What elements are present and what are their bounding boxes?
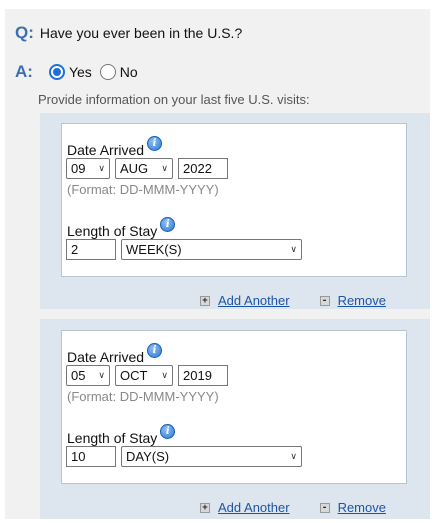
date-arrived-label: Date Arrived i [67, 343, 163, 365]
info-icon[interactable]: i [147, 136, 163, 151]
date-format-hint: (Format: DD-MMM-YYYY) [67, 182, 219, 197]
info-icon[interactable]: i [160, 217, 176, 232]
stay-length-input[interactable]: 10 [66, 446, 116, 467]
length-of-stay-row: 10 DAY(S) ∨ [66, 446, 307, 467]
chevron-down-icon: ∨ [290, 244, 297, 254]
length-of-stay-label: Length of Stay i [67, 424, 176, 446]
chevron-down-icon: ∨ [290, 451, 297, 461]
radio-no[interactable] [99, 64, 116, 80]
day-select[interactable]: 09 ∨ [66, 158, 110, 179]
date-arrived-label: Date Arrived i [67, 136, 163, 158]
info-icon[interactable]: i [160, 424, 176, 439]
answer-marker: A: [15, 62, 33, 81]
plus-icon[interactable]: + [200, 502, 210, 513]
chevron-down-icon: ∨ [161, 163, 168, 173]
visit-card-2: Date Arrived i 05 ∨ OCT ∨ 2019 (Format: DD… [61, 330, 407, 484]
chevron-down-icon: ∨ [98, 163, 105, 173]
visit-actions-2: + Add Another - Remove [200, 500, 386, 515]
year-input[interactable]: 2019 [178, 365, 228, 386]
day-select[interactable]: 05 ∨ [66, 365, 110, 386]
chevron-down-icon: ∨ [98, 370, 105, 380]
date-arrived-row: 09 ∨ AUG ∨ 2022 [66, 158, 228, 179]
length-of-stay-row: 2 WEEK(S) ∨ [66, 239, 307, 260]
stay-unit-select[interactable]: DAY(S) ∨ [121, 446, 302, 467]
question-marker: Q: [15, 23, 34, 42]
visit-card-1: Date Arrived i 09 ∨ AUG ∨ 2022 (Format: DD… [61, 123, 407, 277]
question-row: Q: Have you ever been in the U.S.? [15, 23, 242, 43]
month-select[interactable]: AUG ∨ [115, 158, 173, 179]
month-select[interactable]: OCT ∨ [115, 365, 173, 386]
radio-yes-label[interactable]: Yes [69, 64, 92, 80]
plus-icon[interactable]: + [200, 295, 210, 306]
date-format-hint: (Format: DD-MMM-YYYY) [67, 389, 219, 404]
remove-button[interactable]: - Remove [319, 500, 386, 515]
chevron-down-icon: ∨ [161, 370, 168, 380]
question-text: Have you ever been in the U.S.? [39, 25, 243, 41]
question-container: Q: Have you ever been in the U.S.? A: Ye… [5, 9, 430, 519]
info-icon[interactable]: i [147, 343, 163, 358]
remove-button[interactable]: - Remove [319, 293, 386, 308]
visit-panel-2: Date Arrived i 05 ∨ OCT ∨ 2019 (Format: DD… [40, 319, 430, 519]
stay-length-input[interactable]: 2 [66, 239, 116, 260]
stay-unit-select[interactable]: WEEK(S) ∨ [121, 239, 302, 260]
radio-yes[interactable] [48, 64, 65, 80]
minus-icon[interactable]: - [319, 295, 330, 306]
date-arrived-row: 05 ∨ OCT ∨ 2019 [66, 365, 228, 386]
minus-icon[interactable]: - [319, 502, 330, 513]
visit-panel-1: Date Arrived i 09 ∨ AUG ∨ 2022 (Format: DD… [40, 113, 430, 309]
add-another-button[interactable]: + Add Another [200, 293, 290, 308]
add-another-button[interactable]: + Add Another [200, 500, 290, 515]
answer-row: A: Yes No [15, 62, 138, 82]
year-input[interactable]: 2022 [178, 158, 228, 179]
radio-no-label[interactable]: No [120, 64, 138, 80]
answer-radio-group: Yes No [43, 64, 138, 80]
instruction-text: Provide information on your last five U.… [38, 92, 310, 107]
visit-actions-1: + Add Another - Remove [200, 293, 386, 308]
length-of-stay-label: Length of Stay i [67, 217, 176, 239]
